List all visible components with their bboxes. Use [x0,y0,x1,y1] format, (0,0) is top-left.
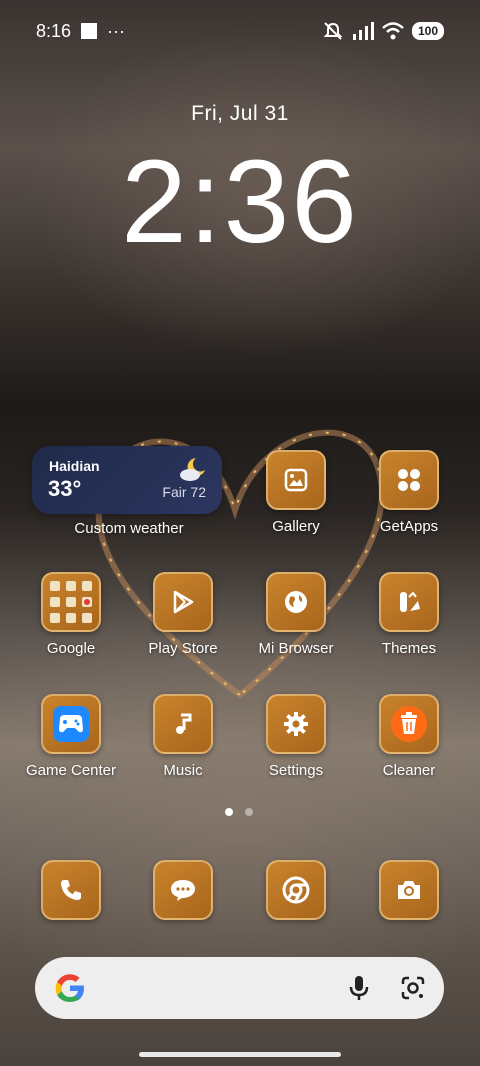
weather-temperature: 33° [48,476,82,501]
app-play-store[interactable]: Play Store [128,572,238,657]
weather-condition: Fair 72 [162,484,206,500]
gear-icon [284,712,308,736]
battery-indicator: 100 [411,22,444,40]
microphone-icon[interactable] [348,974,370,1002]
play-store-icon [173,590,194,614]
google-logo-icon [55,974,84,1002]
more-notifications-icon: ··· [107,20,126,41]
app-label: Cleaner [382,762,436,779]
dock-messages[interactable] [128,860,238,920]
globe-icon [285,591,307,613]
notification-square-icon [81,23,98,39]
themes-icon [400,591,420,612]
messages-icon [171,880,195,901]
app-label: GetApps [379,518,439,535]
gesture-navigation-bar[interactable] [139,1052,341,1057]
wifi-icon [382,22,404,40]
signal-icon [352,22,374,40]
app-cleaner[interactable]: Cleaner [354,694,464,779]
gamepad-icon [53,706,89,742]
page-dot-active [225,808,233,816]
weather-widget-label: Custom weather [74,520,184,537]
app-label: Game Center [25,762,117,779]
mute-icon [323,22,343,40]
status-time: 8:16 [36,20,72,41]
app-getapps[interactable]: GetApps [354,450,464,535]
app-gallery[interactable]: Gallery [241,450,351,535]
dock-phone[interactable] [16,860,126,920]
weather-widget[interactable]: Haidian 33° Fair 72 [32,446,222,514]
gallery-icon [284,468,308,492]
getapps-icon [398,469,420,491]
google-lens-icon[interactable] [400,975,426,1001]
clock-time[interactable]: 2:36 [0,132,480,272]
app-label: Google [46,640,96,657]
weather-city: Haidian [49,458,100,474]
app-game-center[interactable]: Game Center [16,694,126,779]
camera-icon [398,881,420,899]
chrome-icon [282,876,310,904]
app-music[interactable]: Music [128,694,238,779]
app-label: Settings [268,762,324,779]
moon-cloud-icon [180,458,205,481]
app-themes[interactable]: Themes [354,572,464,657]
dock-chrome[interactable] [241,860,351,920]
app-settings[interactable]: Settings [241,694,351,779]
app-label: Gallery [272,518,320,535]
page-dot [245,808,253,816]
lock-date: Fri, Jul 31 [191,102,289,125]
google-search-bar[interactable] [35,957,444,1019]
phone-icon [61,880,81,900]
app-mi-browser[interactable]: Mi Browser [241,572,351,657]
app-label: Play Store [148,640,218,657]
status-bar: 8:16 ··· 100 [36,18,444,44]
app-label: Mi Browser [258,640,334,657]
music-note-icon [176,713,192,734]
app-google-folder[interactable]: Google [16,572,126,657]
app-label: Themes [381,640,437,657]
page-indicator[interactable] [225,808,253,816]
trash-icon [391,706,427,742]
folder-icon [50,581,92,623]
dock-camera[interactable] [354,860,464,920]
app-label: Music [163,762,203,779]
